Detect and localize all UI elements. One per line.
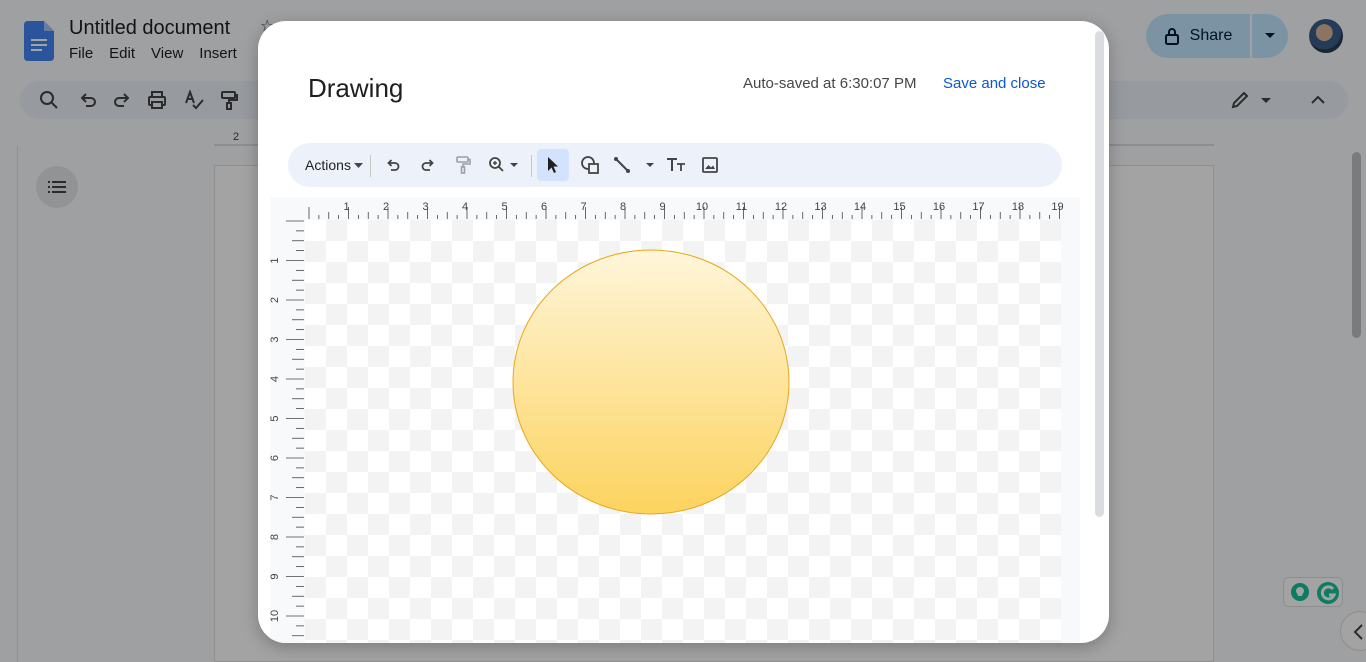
ruler-label: 7: [270, 494, 281, 500]
ruler-label: 18: [1012, 201, 1024, 213]
image-tool-button[interactable]: [696, 150, 724, 180]
ruler-label: 17: [972, 201, 984, 213]
drawing-canvas[interactable]: [305, 220, 1061, 643]
redo-icon: [421, 159, 434, 171]
paint-format-icon: [456, 156, 471, 174]
ruler-label: 6: [270, 455, 281, 461]
ruler-label: 4: [462, 201, 468, 213]
undo-icon: [387, 159, 400, 171]
ruler-label: 13: [814, 201, 826, 213]
shape-tool-button[interactable]: [576, 150, 604, 180]
ruler-label: 2: [270, 297, 281, 303]
ruler-label: 1: [270, 257, 281, 263]
ruler-label: 16: [933, 201, 945, 213]
dialog-scrollbar[interactable]: [1095, 31, 1104, 517]
circle-shape[interactable]: [512, 249, 790, 515]
ruler-label: 6: [541, 201, 547, 213]
drawing-undo-button[interactable]: [380, 150, 406, 180]
drawing-dialog: Drawing Auto-saved at 6:30:07 PM Save an…: [258, 21, 1109, 643]
select-tool-button[interactable]: [537, 149, 569, 181]
ruler-label: 3: [422, 201, 428, 213]
line-tool-button[interactable]: [611, 150, 657, 180]
toolbar-divider: [370, 155, 371, 177]
select-icon: [548, 157, 558, 173]
ruler-label: 12: [775, 201, 787, 213]
ruler-label: 15: [893, 201, 905, 213]
drawing-paint-format-button[interactable]: [450, 150, 476, 180]
vertical-ruler: 1 2 3 4 5 6 7 8 9 10: [270, 219, 304, 643]
actions-menu-button[interactable]: Actions: [302, 150, 366, 180]
ruler-label: 1: [343, 201, 349, 213]
ruler-label: 9: [659, 201, 665, 213]
ruler-label: 10: [270, 610, 281, 622]
ruler-label: 10: [696, 201, 708, 213]
ruler-label: 5: [270, 415, 281, 421]
dialog-title: Drawing: [308, 73, 404, 103]
line-icon: [614, 157, 654, 173]
save-and-close-button[interactable]: Save and close: [943, 75, 1046, 92]
zoom-button[interactable]: [484, 150, 524, 180]
drawing-toolbar: Actions: [288, 143, 1062, 187]
ruler-label: 7: [580, 201, 586, 213]
ruler-label: 5: [501, 201, 507, 213]
ruler-label: 3: [270, 336, 281, 342]
ruler-label: 19: [1051, 201, 1063, 213]
ruler-label: 11: [736, 201, 747, 213]
ruler-label: 8: [620, 201, 626, 213]
ruler-label: 9: [270, 573, 281, 579]
actions-label: Actions: [305, 157, 351, 173]
horizontal-ruler: 1 2 3 4 5 6 7 8 9 10 11 12 13 14 15 16 17 18 19: [304, 197, 1064, 219]
ruler-label: 4: [270, 376, 281, 382]
ruler-label: 14: [854, 201, 866, 213]
chevron-down-icon: [353, 162, 363, 168]
shape-icon: [581, 156, 599, 174]
ruler-label: 2: [383, 201, 389, 213]
autosave-status: Auto-saved at 6:30:07 PM: [743, 75, 917, 92]
drawing-canvas-area: 1 2 3 4 5 6 7 8 9 10 11 12 13 14 15 16 17 18 19 1234567891…: [270, 197, 1080, 643]
text-box-icon: [667, 158, 685, 171]
text-box-tool-button[interactable]: [662, 150, 690, 180]
canvas-shapes: [512, 249, 790, 515]
zoom-icon: [489, 157, 518, 172]
image-icon: [702, 157, 718, 173]
ruler-label: 8: [270, 534, 281, 540]
toolbar-divider: [531, 155, 532, 177]
drawing-redo-button[interactable]: [415, 150, 441, 180]
